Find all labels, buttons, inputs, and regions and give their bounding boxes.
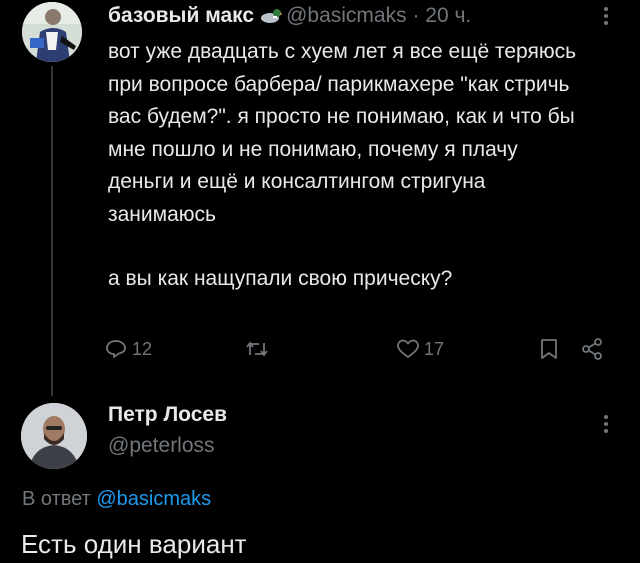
replying-mention[interactable]: @basicmaks bbox=[96, 488, 211, 510]
replying-prefix: В ответ bbox=[22, 488, 91, 510]
like-count: 17 bbox=[424, 338, 445, 359]
tweet1-body: вот уже двадцать с хуем лет я все ещё те… bbox=[108, 36, 588, 296]
bookmark-icon bbox=[541, 339, 557, 359]
retweet-icon bbox=[246, 341, 268, 357]
reply-icon bbox=[106, 340, 126, 358]
replying-to: В ответ @basicmaks bbox=[22, 488, 211, 511]
separator-dot: · bbox=[412, 4, 420, 27]
reply-button[interactable]: 12 bbox=[104, 337, 152, 361]
like-button[interactable]: 17 bbox=[396, 337, 444, 361]
author-name[interactable]: базовый макс bbox=[108, 4, 254, 27]
tweet1-paragraph-1: вот уже двадцать с хуем лет я все ещё те… bbox=[108, 40, 577, 226]
tweet-time[interactable]: 20 ч. bbox=[425, 4, 471, 27]
tweet2-body: Есть один вариант bbox=[21, 529, 247, 559]
tweet1-paragraph-2: а вы как нащупали свою прическу? bbox=[108, 267, 453, 290]
share-icon bbox=[582, 338, 602, 360]
avatar-peterloss[interactable] bbox=[21, 403, 87, 469]
bookmark-button[interactable] bbox=[538, 337, 560, 361]
avatar-basicmaks[interactable] bbox=[22, 2, 82, 62]
author-handle-2[interactable]: @peterloss bbox=[108, 434, 215, 458]
reply-count: 12 bbox=[132, 338, 153, 359]
duck-emoji bbox=[260, 6, 284, 32]
share-button[interactable] bbox=[580, 337, 604, 361]
author-handle[interactable]: @basicmaks bbox=[286, 4, 407, 27]
thread-line bbox=[51, 66, 53, 396]
retweet-button[interactable] bbox=[244, 337, 274, 361]
more-icon[interactable] bbox=[596, 6, 616, 31]
tweet1-header: базовый макс @basicmaks · 20 ч. bbox=[108, 3, 471, 32]
tweet1-actions: 12 17 bbox=[104, 335, 614, 365]
like-icon bbox=[397, 339, 419, 358]
more-icon[interactable] bbox=[596, 414, 616, 439]
author-name-2[interactable]: Петр Лосев bbox=[108, 403, 227, 427]
